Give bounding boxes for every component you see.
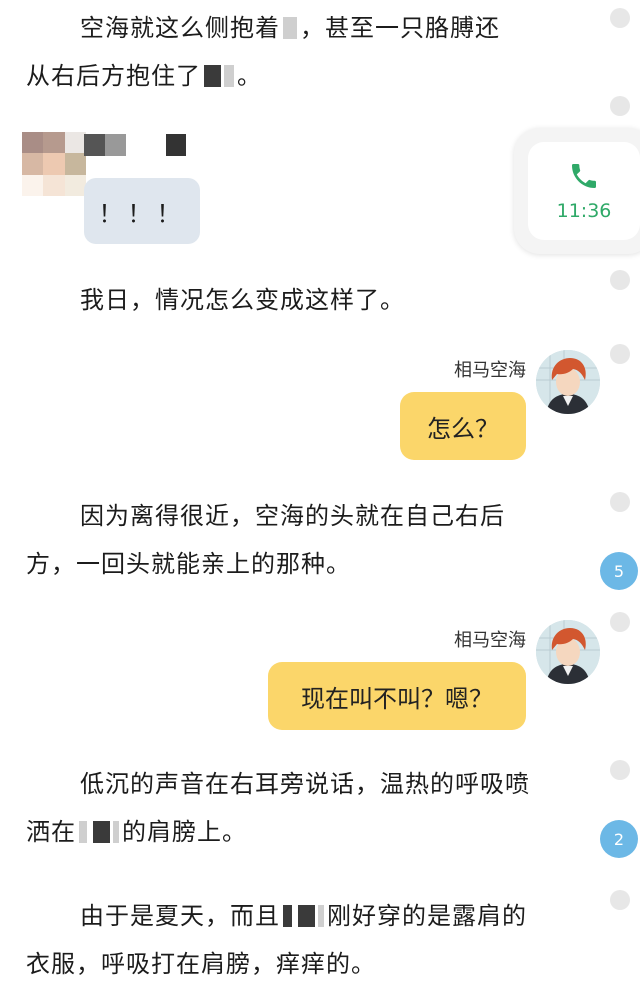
chat-bubble-right: 怎么？ xyxy=(400,392,526,460)
text-segment: 方，一回头就能亲上的那种。 xyxy=(26,550,351,578)
redaction-mark xyxy=(283,17,297,39)
chat-bubble-text: 怎么？ xyxy=(427,414,499,443)
redaction-mark xyxy=(298,905,315,927)
text-segment: 的肩膀上。 xyxy=(122,818,247,846)
story-paragraph-1: 空海就这么侧抱着 ，甚至一只胳膊还 从右后方抱住了 。 xyxy=(26,4,586,100)
text-segment: 刚好穿的是露肩的 xyxy=(327,902,527,930)
call-duration: 11:36 xyxy=(556,200,612,222)
text-segment: ，甚至一只胳膊还 xyxy=(300,14,500,42)
call-widget-body[interactable]: 11:36 xyxy=(528,142,640,240)
redaction-mark xyxy=(204,65,221,87)
story-paragraph-3: 因为离得很近，空海的头就在自己右后 方，一回头就能亲上的那种。 xyxy=(26,492,586,588)
comment-count-badge[interactable]: 5 xyxy=(600,552,638,590)
redaction-mark xyxy=(283,905,292,927)
paragraph-comment-dot[interactable] xyxy=(610,8,630,28)
paragraph-comment-dot[interactable] xyxy=(610,612,630,632)
story-paragraph-2: 我日，情况怎么变成这样了。 xyxy=(26,276,586,324)
comment-count-badge[interactable]: 2 xyxy=(600,820,638,858)
text-segment: 因为离得很近，空海的头就在自己右后 xyxy=(80,502,505,530)
redaction-mark xyxy=(79,821,87,843)
paragraph-comment-dot[interactable] xyxy=(610,492,630,512)
speaker-name: 相马空海 xyxy=(454,360,526,381)
paragraph-comment-dot[interactable] xyxy=(610,96,630,116)
text-segment: 。 xyxy=(237,62,262,90)
pixelated-name xyxy=(166,134,186,156)
text-segment: 我日，情况怎么变成这样了。 xyxy=(80,286,405,314)
text-segment: 洒在 xyxy=(26,818,76,846)
chat-bubble-left: ！！！ xyxy=(84,178,200,244)
paragraph-comment-dot[interactable] xyxy=(610,344,630,364)
chat-bubble-text: 现在叫不叫？嗯？ xyxy=(301,684,493,713)
pixelated-avatar xyxy=(22,132,86,196)
chat-bubble-text: ！！！ xyxy=(98,199,186,228)
redaction-mark xyxy=(224,65,234,87)
avatar xyxy=(536,620,600,684)
speaker-name: 相马空海 xyxy=(454,630,526,651)
text-segment: 由于是夏天，而且 xyxy=(80,902,280,930)
paragraph-comment-dot[interactable] xyxy=(610,760,630,780)
chat-bubble-right: 现在叫不叫？嗯？ xyxy=(268,662,526,730)
redaction-mark xyxy=(113,821,119,843)
redaction-mark xyxy=(318,905,324,927)
text-segment: 空海就这么侧抱着 xyxy=(80,14,280,42)
phone-icon xyxy=(568,160,600,196)
text-segment: 衣服，呼吸打在肩膀，痒痒的。 xyxy=(26,950,376,978)
pixelated-name xyxy=(84,134,126,156)
story-paragraph-5: 由于是夏天，而且 刚好穿的是露肩的 衣服，呼吸打在肩膀，痒痒的。 xyxy=(26,892,586,988)
floating-call-widget[interactable]: 11:36 xyxy=(514,128,640,254)
paragraph-comment-dot[interactable] xyxy=(610,270,630,290)
text-segment: 低沉的声音在右耳旁说话，温热的呼吸喷 xyxy=(80,770,530,798)
text-segment: 从右后方抱住了 xyxy=(26,62,201,90)
avatar xyxy=(536,350,600,414)
paragraph-comment-dot[interactable] xyxy=(610,890,630,910)
story-paragraph-4: 低沉的声音在右耳旁说话，温热的呼吸喷 洒在 的肩膀上。 xyxy=(26,760,586,856)
redaction-mark xyxy=(93,821,110,843)
